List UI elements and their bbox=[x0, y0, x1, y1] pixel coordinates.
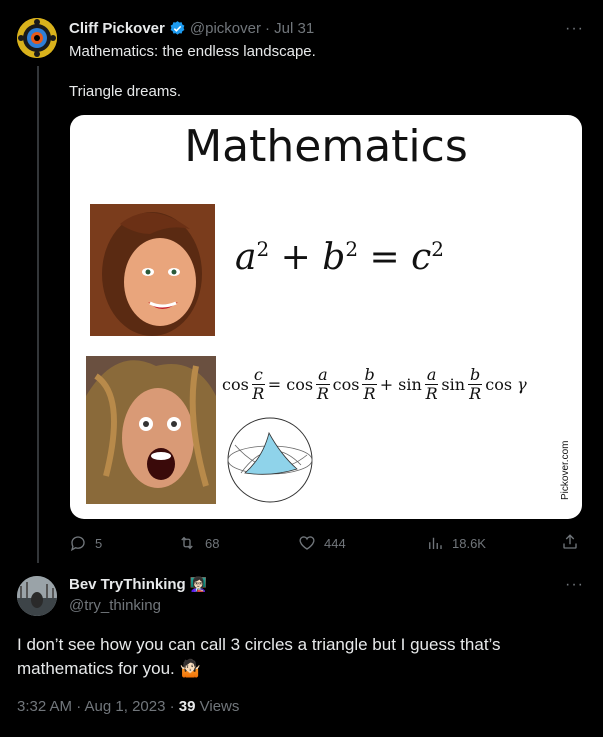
spherical-cosine-formula: cos cR = cos aR cos bR + sin aR sin bR c… bbox=[222, 365, 527, 403]
more-options-icon[interactable]: ··· bbox=[565, 20, 584, 38]
reply-avatar[interactable] bbox=[17, 576, 57, 616]
reply-author-name[interactable]: Bev TryThinking bbox=[69, 576, 186, 593]
views-count: 18.6K bbox=[452, 535, 486, 551]
reply-views-label: Views bbox=[195, 698, 240, 715]
smiling-woman-image bbox=[90, 204, 215, 336]
reply-timestamp[interactable]: 3:32 AM · Aug 1, 2023 · bbox=[17, 698, 179, 715]
reply-button[interactable]: 5 bbox=[69, 534, 102, 552]
reply-author-handle[interactable]: @try_thinking bbox=[69, 597, 161, 614]
tweet-text-line1: Mathematics: the endless landscape. bbox=[69, 43, 316, 60]
tweet-header: Cliff Pickover @pickover · Jul 31 bbox=[69, 20, 314, 37]
thread-connector-line bbox=[37, 66, 39, 563]
reply-icon bbox=[70, 536, 85, 552]
tweet-text-line2: Triangle dreams. bbox=[69, 83, 181, 100]
pythagorean-equation: a2 + b2 = c2 bbox=[235, 237, 445, 278]
retweet-count: 68 bbox=[205, 535, 220, 551]
tweet-image[interactable]: Mathematics a2 + b2 = c2 cos c R = cos a… bbox=[70, 115, 582, 519]
author-name[interactable]: Cliff Pickover bbox=[69, 20, 165, 37]
reply-views-count: 39 bbox=[178, 698, 196, 715]
reply-more-options-icon[interactable]: ··· bbox=[565, 576, 584, 594]
share-icon bbox=[563, 534, 577, 549]
tweet-date[interactable]: · Jul 31 bbox=[265, 20, 314, 37]
screaming-woman-image bbox=[86, 356, 216, 504]
analytics-icon bbox=[429, 537, 442, 549]
reply-count: 5 bbox=[95, 535, 103, 551]
teacher-emoji-icon: 👩🏻‍🏫 bbox=[189, 576, 208, 592]
like-count: 444 bbox=[324, 535, 346, 551]
avatar[interactable] bbox=[17, 18, 57, 58]
like-button[interactable]: 444 bbox=[298, 534, 346, 552]
reply-header: Bev TryThinking 👩🏻‍🏫 bbox=[69, 576, 207, 593]
image-title: Mathematics bbox=[184, 121, 468, 172]
share-button[interactable] bbox=[561, 533, 579, 551]
reply-text: I don’t see how you can call 3 circles a… bbox=[17, 635, 501, 678]
retweet-icon bbox=[181, 536, 193, 550]
views-button[interactable]: 18.6K bbox=[426, 534, 486, 552]
reply-metadata: 3:32 AM · Aug 1, 2023 · 39 Views bbox=[17, 698, 239, 715]
watermark: Pickover.com bbox=[560, 440, 571, 500]
retweet-button[interactable]: 68 bbox=[177, 534, 219, 552]
verified-badge-icon bbox=[169, 20, 186, 37]
author-handle[interactable]: @pickover bbox=[190, 20, 261, 37]
spherical-triangle-diagram bbox=[223, 415, 317, 505]
heart-icon bbox=[299, 536, 315, 550]
